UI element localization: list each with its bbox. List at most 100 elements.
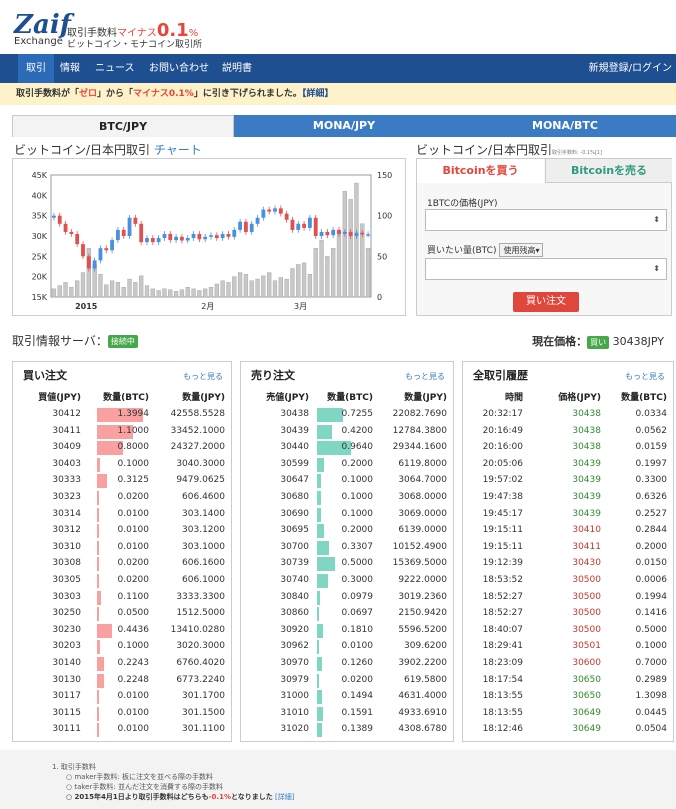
volume-bar — [317, 490, 321, 505]
order-jpy: 22082.7690 — [392, 409, 447, 419]
candle-body — [249, 223, 254, 232]
order-btc: 0.2000 — [341, 458, 374, 469]
volume-bar — [301, 262, 307, 298]
order-price: 30230 — [52, 624, 81, 635]
tab-sell-bitcoin[interactable]: Bitcoinを売る — [545, 159, 672, 183]
order-btc: 0.0200 — [341, 674, 374, 685]
candle-body — [174, 236, 178, 241]
trade-time: 20:16:49 — [482, 425, 523, 436]
candle-body — [278, 208, 283, 214]
order-price: 30409 — [52, 442, 81, 453]
order-row: 30739 0.5000 15369.5000 — [241, 556, 453, 573]
trade-row: 18:12:46 30649 0.0504 — [463, 722, 673, 739]
trade-amount: 0.5000 — [635, 624, 668, 635]
trade-history-more-link[interactable]: もっと見る — [625, 371, 665, 382]
order-row: 30130 0.2248 6773.2240 — [13, 673, 231, 690]
trade-history-header: 時間 価格(JPY) 数量(BTC) — [463, 390, 673, 404]
candle-body — [325, 231, 330, 236]
order-price: 30979 — [280, 674, 309, 685]
volume-bar — [278, 277, 283, 298]
trade-amount: 0.6326 — [635, 491, 668, 502]
fee-notice: 取引手数料が「ゼロ」から「マイナス0.1%」に引き下げられました。【詳細】 — [0, 83, 676, 105]
candle-body — [98, 248, 103, 261]
candle-body — [209, 235, 213, 237]
trade-row: 18:23:09 30600 0.7000 — [463, 656, 673, 673]
volume-bar — [144, 285, 150, 298]
notice-text-mid: 」から「 — [97, 89, 134, 99]
order-row: 30439 0.4200 12784.3800 — [241, 424, 453, 441]
nav-item-contact[interactable]: お問い合わせ — [149, 54, 209, 83]
volume-bar — [317, 723, 322, 738]
volume-bar — [272, 280, 278, 298]
candle-body — [69, 231, 74, 234]
order-price: 30840 — [280, 591, 309, 602]
tab-mona-btc[interactable]: MONA/BTC — [454, 115, 676, 137]
order-jpy: 13410.0280 — [170, 624, 225, 635]
nav-item-news[interactable]: ニュース — [95, 54, 135, 83]
order-btc: 0.3307 — [341, 541, 374, 552]
candle-body — [214, 235, 219, 239]
price-input[interactable]: ⬍ — [425, 209, 667, 231]
order-btc: 0.3125 — [117, 475, 150, 486]
order-price: 30700 — [280, 541, 309, 552]
right-tick-label: 100 — [377, 212, 392, 221]
order-jpy: 3068.0000 — [398, 491, 447, 502]
order-jpy: 2150.9420 — [398, 608, 447, 619]
order-jpy: 3333.3300 — [176, 591, 225, 602]
volume-bar — [179, 289, 185, 298]
order-jpy: 24327.2000 — [170, 442, 225, 453]
nav-item-manual[interactable]: 説明書 — [222, 54, 252, 83]
tab-buy-bitcoin[interactable]: Bitcoinを買う — [417, 159, 544, 183]
volume-bar — [317, 706, 323, 721]
order-price: 30312 — [52, 525, 81, 536]
volume-bar — [307, 273, 313, 298]
order-row: 30860 0.0697 2150.9420 — [241, 606, 453, 623]
chart-svg: 45K 40K 35K 30K 25K 20K 15K 150 100 50 0 2015 2月 3月 — [32, 171, 393, 311]
tab-btc-jpy[interactable]: BTC/JPY — [12, 115, 234, 137]
nav-item-info[interactable]: 情報 — [60, 54, 80, 83]
sell-orders-more-link[interactable]: もっと見る — [405, 371, 445, 382]
volume-bar — [261, 275, 266, 298]
signup-login-link[interactable]: 新規登録/ログイン — [589, 54, 672, 83]
nav-item-trade[interactable]: 取引 — [18, 54, 54, 83]
volume-bar — [63, 282, 68, 298]
order-btc: 0.0979 — [341, 591, 374, 602]
trade-history-panel: 全取引履歴 もっと見る 時間 価格(JPY) 数量(BTC) 20:32:17 3… — [462, 361, 674, 742]
volume-bar — [97, 490, 99, 505]
order-row: 30111 0.0100 301.1100 — [13, 722, 231, 739]
buy-order-button[interactable]: 買い注文 — [513, 292, 579, 312]
order-row: 30599 0.2000 6119.8000 — [241, 457, 453, 474]
order-jpy: 15369.5000 — [392, 558, 447, 569]
candle-body — [139, 223, 144, 243]
zaif-logo[interactable]: Zaif — [14, 12, 71, 38]
order-btc: 0.0200 — [117, 491, 150, 502]
volume-bar — [97, 607, 99, 622]
notice-detail-link[interactable]: 【詳細】 — [302, 89, 334, 99]
footnote-detail-link[interactable]: [詳細] — [275, 793, 294, 801]
volume-bar — [197, 290, 202, 298]
trade-amount: 0.2844 — [635, 525, 668, 536]
order-row: 30250 0.0500 1512.5000 — [13, 606, 231, 623]
order-price: 30412 — [52, 409, 81, 419]
price-chart: 45K 40K 35K 30K 25K 20K 15K 150 100 50 0 2015 2月 3月 — [12, 158, 406, 316]
candle-body — [156, 238, 161, 243]
order-btc: 0.1260 — [341, 657, 374, 668]
price-spinner-icon[interactable]: ⬍ — [653, 215, 660, 224]
current-price-value: 30438JPY — [612, 335, 664, 348]
balance-select[interactable]: 使用残高▾ — [499, 243, 544, 257]
volume-bar — [203, 288, 208, 298]
order-price: 30962 — [280, 641, 309, 652]
tab-mona-jpy[interactable]: MONA/JPY — [234, 115, 454, 137]
amount-input[interactable]: ⬍ — [425, 258, 667, 280]
order-price: 30680 — [280, 491, 309, 502]
volume-bar — [97, 623, 112, 638]
candle-body — [133, 217, 138, 224]
trade-row: 18:53:52 30500 0.0006 — [463, 573, 673, 590]
amount-spinner-icon[interactable]: ⬍ — [653, 264, 660, 273]
buy-orders-more-link[interactable]: もっと見る — [183, 371, 223, 382]
candle-body — [86, 256, 91, 269]
candle-body — [302, 223, 306, 228]
chart-link[interactable]: チャート — [154, 143, 202, 157]
order-jpy: 301.1500 — [182, 707, 225, 718]
col-jpy: 数量(JPY) — [404, 393, 447, 403]
